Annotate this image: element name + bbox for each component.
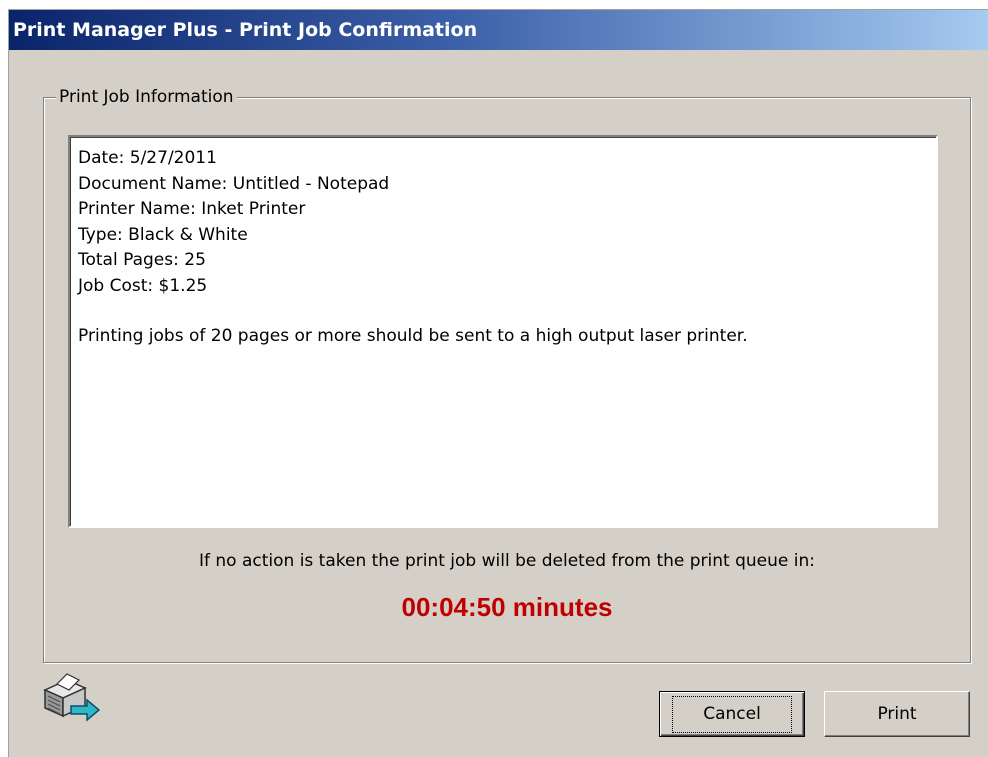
info-printer-name: Printer Name: Inket Printer: [78, 199, 306, 219]
cancel-button[interactable]: Cancel: [659, 691, 805, 737]
print-job-information-group: Print Job Information Date: 5/27/2011 Do…: [43, 85, 971, 663]
policy-message: Printing jobs of 20 pages or more should…: [78, 326, 748, 346]
info-document-name: Document Name: Untitled - Notepad: [78, 173, 390, 194]
printer-arrow-icon: [43, 673, 101, 722]
info-date: Date: 5/27/2011: [78, 148, 217, 168]
group-legend: Print Job Information: [56, 85, 237, 109]
print-button-label: Print: [877, 704, 917, 724]
info-job-cost: Job Cost: $1.25: [78, 275, 208, 296]
print-button[interactable]: Print: [824, 691, 970, 737]
info-type: Type: Black & White: [78, 224, 248, 245]
deletion-warning: If no action is taken the print job will…: [198, 551, 815, 571]
job-info-textbox[interactable]: Date: 5/27/2011 Document Name: Untitled …: [68, 135, 938, 528]
info-total-pages: Total Pages: 25: [78, 250, 206, 270]
print-confirmation-dialog: Print Manager Plus - Print Job Confirmat…: [8, 9, 988, 757]
cancel-button-label: Cancel: [672, 695, 792, 733]
window-title: Print Manager Plus - Print Job Confirmat…: [13, 19, 478, 41]
countdown-timer: 00:04:50 minutes: [401, 592, 613, 622]
title-bar[interactable]: Print Manager Plus - Print Job Confirmat…: [9, 10, 988, 50]
